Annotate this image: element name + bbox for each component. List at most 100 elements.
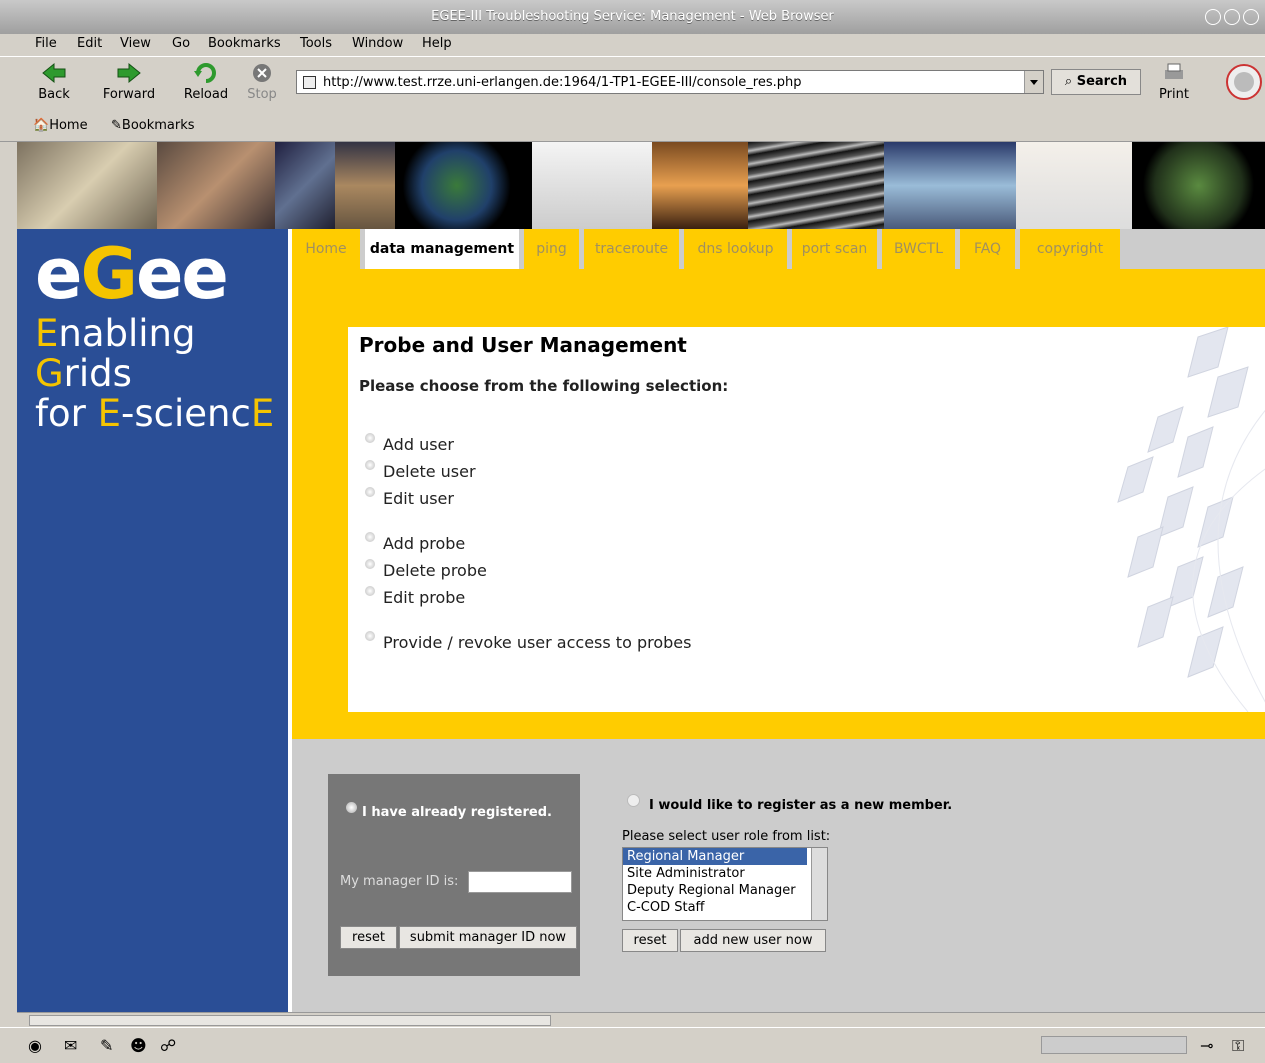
option-delete-probe[interactable]: Delete probe bbox=[365, 559, 487, 580]
search-icon: ⌕ bbox=[1064, 74, 1073, 89]
minimize-icon[interactable] bbox=[1205, 9, 1221, 25]
option-add-user[interactable]: Add user bbox=[365, 433, 454, 454]
home-bookmark[interactable]: 🏠Home bbox=[33, 118, 88, 133]
option-probe-access[interactable]: Provide / revoke user access to probes bbox=[365, 631, 691, 652]
menu-tools[interactable]: Tools bbox=[300, 36, 332, 51]
window-title: EGEE-III Troubleshooting Service: Manage… bbox=[431, 9, 834, 24]
egee-tagline: Enabling Grids for E-sciencE bbox=[35, 314, 288, 434]
menu-go[interactable]: Go bbox=[172, 36, 190, 51]
selection-prompt: Please choose from the following selecti… bbox=[359, 377, 729, 395]
radio-icon[interactable] bbox=[365, 460, 375, 470]
window-titlebar: EGEE-III Troubleshooting Service: Manage… bbox=[0, 0, 1265, 35]
page-content: eGee Enabling Grids for E-sciencE Home d… bbox=[17, 142, 1265, 1012]
banner-photo-water bbox=[748, 142, 884, 229]
page-icon bbox=[303, 76, 316, 89]
security-icon: ⚿ bbox=[1232, 1036, 1245, 1055]
bookmarks-toolbar: 🏠Home ✎Bookmarks bbox=[0, 111, 1265, 142]
new-member-radio[interactable] bbox=[627, 794, 640, 807]
radio-icon[interactable] bbox=[365, 532, 375, 542]
url-field[interactable]: http://www.test.rrze.uni-erlangen.de:196… bbox=[296, 70, 1044, 94]
registered-box: I have already registered. My manager ID… bbox=[328, 774, 580, 976]
tagline-part: nabling bbox=[58, 312, 196, 355]
option-label: Edit user bbox=[383, 489, 454, 508]
menu-window[interactable]: Window bbox=[352, 36, 403, 51]
tab-bwctl[interactable]: BWCTL bbox=[882, 229, 955, 269]
tagline-part: G bbox=[35, 352, 64, 395]
role-option[interactable]: Regional Manager bbox=[623, 848, 807, 865]
address-book-icon[interactable]: ☻ bbox=[130, 1036, 147, 1055]
tab-dns-lookup[interactable]: dns lookup bbox=[684, 229, 787, 269]
tab-home[interactable]: Home bbox=[292, 229, 360, 269]
bookmark-icon: ✎ bbox=[111, 118, 122, 133]
reload-button[interactable]: Reload bbox=[180, 61, 232, 102]
radio-icon[interactable] bbox=[365, 631, 375, 641]
menu-file[interactable]: File bbox=[35, 36, 57, 51]
option-edit-probe[interactable]: Edit probe bbox=[365, 586, 466, 607]
add-new-user-button[interactable]: add new user now bbox=[680, 929, 826, 952]
radio-icon[interactable] bbox=[365, 586, 375, 596]
tab-data-management[interactable]: data management bbox=[365, 229, 519, 269]
menu-view[interactable]: View bbox=[120, 36, 151, 51]
irc-chat-icon[interactable]: ☍ bbox=[160, 1036, 176, 1055]
option-edit-user[interactable]: Edit user bbox=[365, 487, 454, 508]
tab-traceroute[interactable]: traceroute bbox=[584, 229, 679, 269]
menu-bookmarks[interactable]: Bookmarks bbox=[208, 36, 281, 51]
bookmarks-bookmark[interactable]: ✎Bookmarks bbox=[111, 118, 195, 133]
status-bar: ◉ ✉ ✎ ☻ ☍ ⊸ ⚿ bbox=[0, 1027, 1265, 1063]
print-button[interactable]: Print bbox=[1150, 61, 1198, 102]
printer-icon bbox=[1165, 63, 1183, 79]
registered-radio[interactable] bbox=[346, 802, 357, 813]
mail-icon[interactable]: ✉ bbox=[64, 1036, 77, 1055]
search-label: Search bbox=[1076, 74, 1128, 89]
banner-photo-protein bbox=[1132, 142, 1265, 229]
registered-label: I have already registered. bbox=[362, 805, 552, 820]
submit-manager-id-button[interactable]: submit manager ID now bbox=[399, 926, 577, 949]
option-add-probe[interactable]: Add probe bbox=[365, 532, 465, 553]
radio-icon[interactable] bbox=[365, 433, 375, 443]
tab-port-scan[interactable]: port scan bbox=[792, 229, 877, 269]
tab-ping[interactable]: ping bbox=[524, 229, 579, 269]
tab-copyright[interactable]: copyright bbox=[1020, 229, 1120, 269]
stop-button[interactable]: Stop bbox=[244, 61, 280, 102]
url-dropdown-icon[interactable] bbox=[1024, 71, 1043, 93]
navigator-icon[interactable]: ◉ bbox=[28, 1036, 42, 1055]
sidebar: eGee Enabling Grids for E-sciencE bbox=[17, 229, 288, 1012]
role-listbox[interactable]: Regional Manager Site Administrator Depu… bbox=[622, 847, 828, 921]
banner-photo-molecule bbox=[275, 142, 335, 229]
banner-photo-machinery bbox=[157, 142, 275, 229]
scrollbar-thumb[interactable] bbox=[29, 1015, 551, 1026]
back-button[interactable]: Back bbox=[34, 61, 74, 102]
horizontal-scrollbar[interactable] bbox=[17, 1012, 1265, 1027]
forward-button[interactable]: Forward bbox=[100, 61, 158, 102]
close-icon[interactable] bbox=[1243, 9, 1259, 25]
manager-id-input[interactable] bbox=[468, 871, 572, 893]
logo-part-2: G bbox=[80, 233, 137, 315]
tagline-part: -scienc bbox=[121, 392, 251, 435]
search-button[interactable]: ⌕ Search bbox=[1051, 69, 1141, 95]
option-label: Edit probe bbox=[383, 588, 466, 607]
tagline-part: E bbox=[250, 392, 275, 435]
tab-faq[interactable]: FAQ bbox=[960, 229, 1015, 269]
role-option[interactable]: Deputy Regional Manager bbox=[623, 882, 827, 899]
registered-reset-button[interactable]: reset bbox=[340, 926, 397, 949]
new-member-reset-button[interactable]: reset bbox=[622, 929, 678, 952]
browser-logo-icon bbox=[1226, 64, 1262, 100]
maximize-icon[interactable] bbox=[1224, 9, 1240, 25]
tagline-part: for bbox=[35, 392, 98, 435]
banner-photo-telescope bbox=[335, 142, 395, 229]
option-label: Delete probe bbox=[383, 561, 487, 580]
composer-icon[interactable]: ✎ bbox=[100, 1036, 113, 1055]
banner-photo-atmosphere bbox=[884, 142, 1016, 229]
role-option[interactable]: C-COD Staff bbox=[623, 899, 827, 916]
role-option[interactable]: Site Administrator bbox=[623, 865, 827, 882]
role-list-scrollbar[interactable] bbox=[811, 848, 827, 920]
option-delete-user[interactable]: Delete user bbox=[365, 460, 476, 481]
forward-arrow-icon bbox=[117, 62, 141, 84]
radio-icon[interactable] bbox=[365, 559, 375, 569]
window-left-edge bbox=[0, 142, 18, 1027]
tab-bar: Home data management ping traceroute dns… bbox=[292, 229, 1265, 269]
radio-icon[interactable] bbox=[365, 487, 375, 497]
logo-part-1: e bbox=[35, 233, 83, 315]
menu-help[interactable]: Help bbox=[422, 36, 452, 51]
menu-edit[interactable]: Edit bbox=[77, 36, 102, 51]
